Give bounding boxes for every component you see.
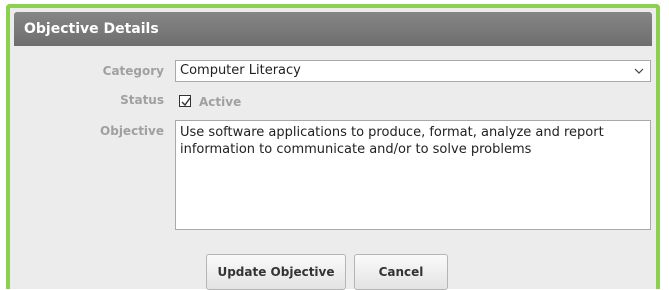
category-selected-value: Computer Literacy [180,63,301,78]
checkmark-icon [181,97,191,107]
panel-title: Objective Details [14,12,652,46]
objective-textarea[interactable]: Use software applications to produce, fo… [175,120,651,230]
status-label: Status [120,93,164,107]
category-label: Category [102,64,164,78]
active-label: Active [199,95,242,109]
objective-label: Objective [100,124,164,138]
objective-details-panel: Objective Details Category Computer Lite… [6,4,660,290]
category-select[interactable]: Computer Literacy [175,60,651,82]
chevron-down-icon [634,61,644,88]
active-checkbox[interactable] [179,95,191,107]
